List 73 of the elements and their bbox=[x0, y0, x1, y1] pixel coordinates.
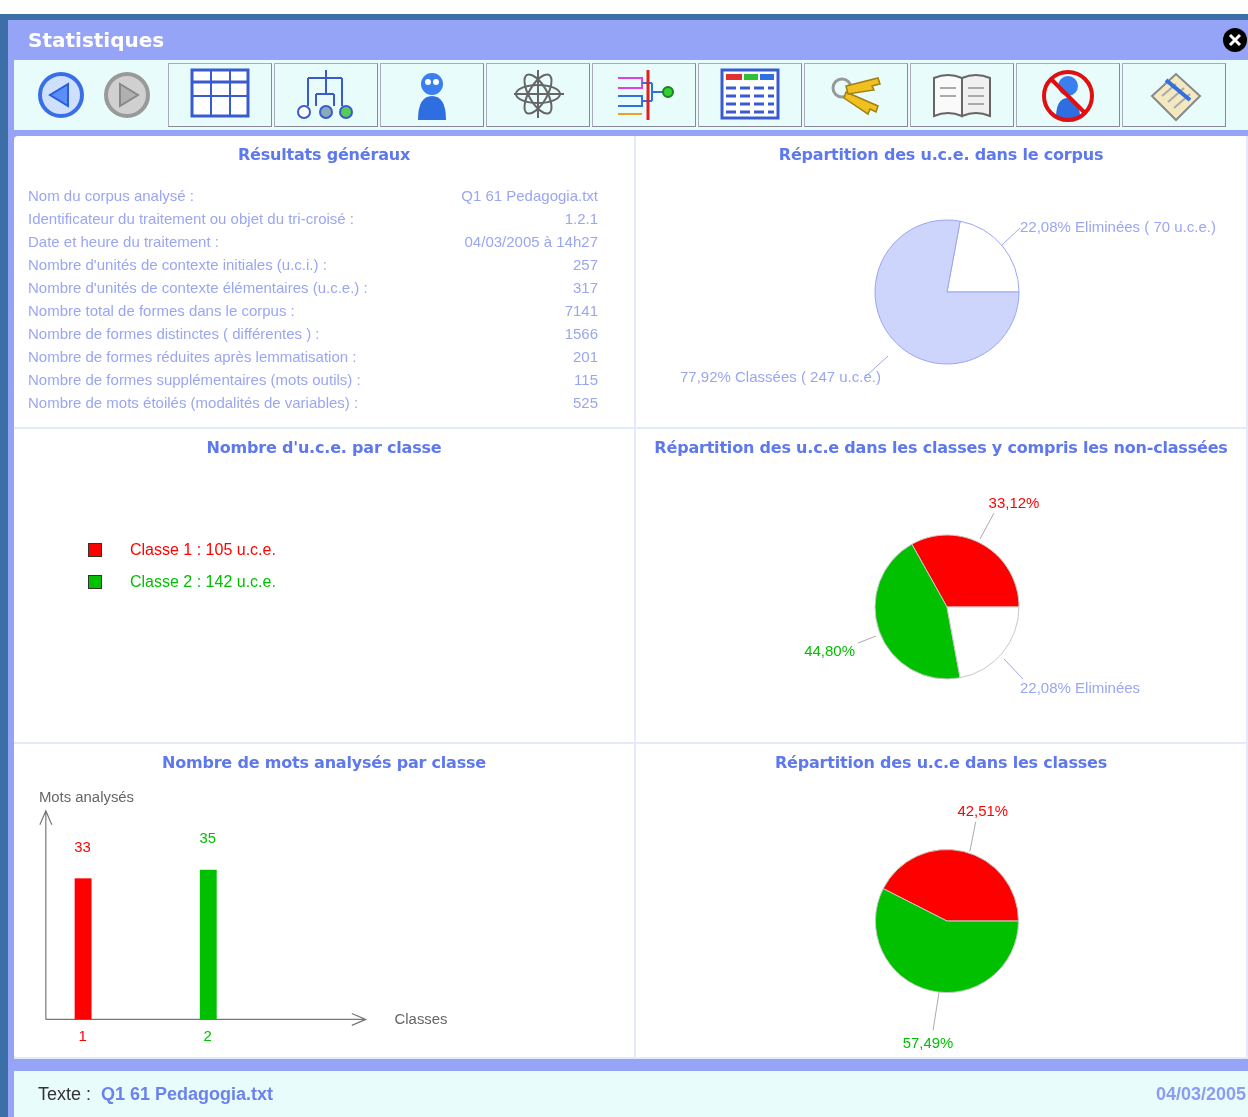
status-label: Texte : bbox=[38, 1083, 92, 1105]
stat-label: Date et heure du traitement : bbox=[28, 232, 220, 252]
stat-value: 525 bbox=[571, 393, 598, 413]
notepad-icon bbox=[1150, 72, 1202, 122]
toolbar-button[interactable] bbox=[168, 63, 272, 127]
keys-icon bbox=[831, 77, 881, 116]
toolbar-button[interactable] bbox=[804, 63, 908, 127]
stat-label: Nombre d'unités de contexte élémentaires (u.c.e.) : bbox=[28, 278, 369, 298]
toolbar-button[interactable] bbox=[380, 63, 484, 127]
status-date: 04/03/2005 bbox=[1155, 1083, 1246, 1105]
table-icon bbox=[190, 68, 250, 118]
panel-title: Répartition des u.c.e dans les classes bbox=[773, 752, 1109, 774]
slice-label: 22,08% Eliminées ( 70 u.c.e.) bbox=[1020, 218, 1216, 235]
stat-label: Identificateur du traitement ou objet du tri-croisé : bbox=[28, 209, 355, 229]
leader-line bbox=[932, 991, 940, 1031]
slice-label: 44,80% bbox=[804, 642, 855, 659]
axis-label: Mots analysés bbox=[38, 788, 135, 805]
panel-title: Nombre de mots analysés par classe bbox=[160, 752, 487, 774]
panel-title: Répartition des u.c.e. dans le corpus bbox=[777, 144, 1105, 166]
toolbar-button[interactable] bbox=[1016, 63, 1120, 127]
bar-value: 33 bbox=[74, 838, 91, 855]
stat-label: Nombre total de formes dans le corpus : bbox=[28, 301, 296, 321]
stat-value: 7141 bbox=[563, 301, 598, 321]
toolbar-button[interactable] bbox=[910, 63, 1014, 127]
category-label: 2 bbox=[203, 1028, 212, 1045]
person-icon bbox=[418, 73, 446, 120]
slice-label: 57,49% bbox=[902, 1035, 954, 1052]
list-icon bbox=[720, 68, 780, 120]
legend-label: Classe 1 : 105 u.c.e. bbox=[130, 541, 276, 559]
toolbar-button[interactable] bbox=[592, 63, 696, 127]
stat-label: Nom du corpus analysé : bbox=[28, 186, 195, 206]
leader-line bbox=[857, 635, 877, 644]
slice-label: 42,51% bbox=[957, 802, 1008, 819]
bar-value: 35 bbox=[199, 829, 217, 846]
stat-value: Q1 61 Pedagogia.txt bbox=[461, 186, 598, 206]
atom-icon bbox=[513, 69, 565, 119]
toolbar-button[interactable] bbox=[274, 63, 378, 127]
stat-value: 04/03/2005 à 14h27 bbox=[463, 232, 598, 252]
toolbar-button[interactable] bbox=[698, 63, 802, 127]
panel-title: Résultats généraux bbox=[236, 144, 412, 166]
stat-value: 1.2.1 bbox=[563, 209, 598, 229]
stat-value: 201 bbox=[571, 347, 598, 367]
back-button[interactable] bbox=[36, 70, 86, 120]
panel-title: Nombre d'u.c.e. par classe bbox=[205, 437, 443, 459]
stat-label: Nombre de mots étoilés (modalités de variables) : bbox=[28, 393, 360, 413]
dendrogram-icon bbox=[617, 70, 674, 120]
axis-label: Classes bbox=[394, 1011, 448, 1028]
book-icon bbox=[933, 74, 991, 117]
stat-label: Nombre d'unités de contexte initiales (u.c.i.) : bbox=[28, 255, 328, 275]
stat-label: Nombre de formes réduites après lemmatisation : bbox=[28, 347, 358, 367]
window-title: Statistiques bbox=[28, 28, 165, 52]
slice-label: 22,08% Eliminées bbox=[1020, 679, 1141, 696]
close-icon[interactable] bbox=[1222, 27, 1248, 53]
file-name: Q1 61 Pedagogia.txt bbox=[101, 1083, 275, 1105]
stat-label: Nombre de formes supplémentaires (mots outils) : bbox=[28, 370, 362, 390]
legend-label: Classe 2 : 142 u.c.e. bbox=[130, 573, 276, 591]
tree-icon bbox=[297, 69, 353, 119]
leader-line bbox=[1003, 658, 1024, 680]
category-label: 1 bbox=[78, 1028, 87, 1045]
stat-value: 317 bbox=[571, 278, 598, 298]
slice-label: 77,92% Classées ( 247 u.c.e.) bbox=[680, 368, 881, 385]
leader-line bbox=[1001, 227, 1021, 246]
stat-label: Nombre de formes distinctes ( différentes ) : bbox=[28, 324, 321, 344]
stat-value: 257 bbox=[571, 255, 598, 275]
stat-value: 1566 bbox=[563, 324, 598, 344]
slice-label: 33,12% bbox=[988, 494, 1040, 511]
panel-title: Répartition des u.c.e dans les classes y compris les non-classées bbox=[653, 437, 1229, 459]
toolbar-button[interactable] bbox=[1122, 63, 1226, 127]
leader-line bbox=[969, 821, 977, 852]
toolbar-button[interactable] bbox=[486, 63, 590, 127]
forbidden-person-icon bbox=[1042, 70, 1094, 122]
leader-line bbox=[979, 512, 995, 540]
stat-value: 115 bbox=[573, 370, 598, 390]
